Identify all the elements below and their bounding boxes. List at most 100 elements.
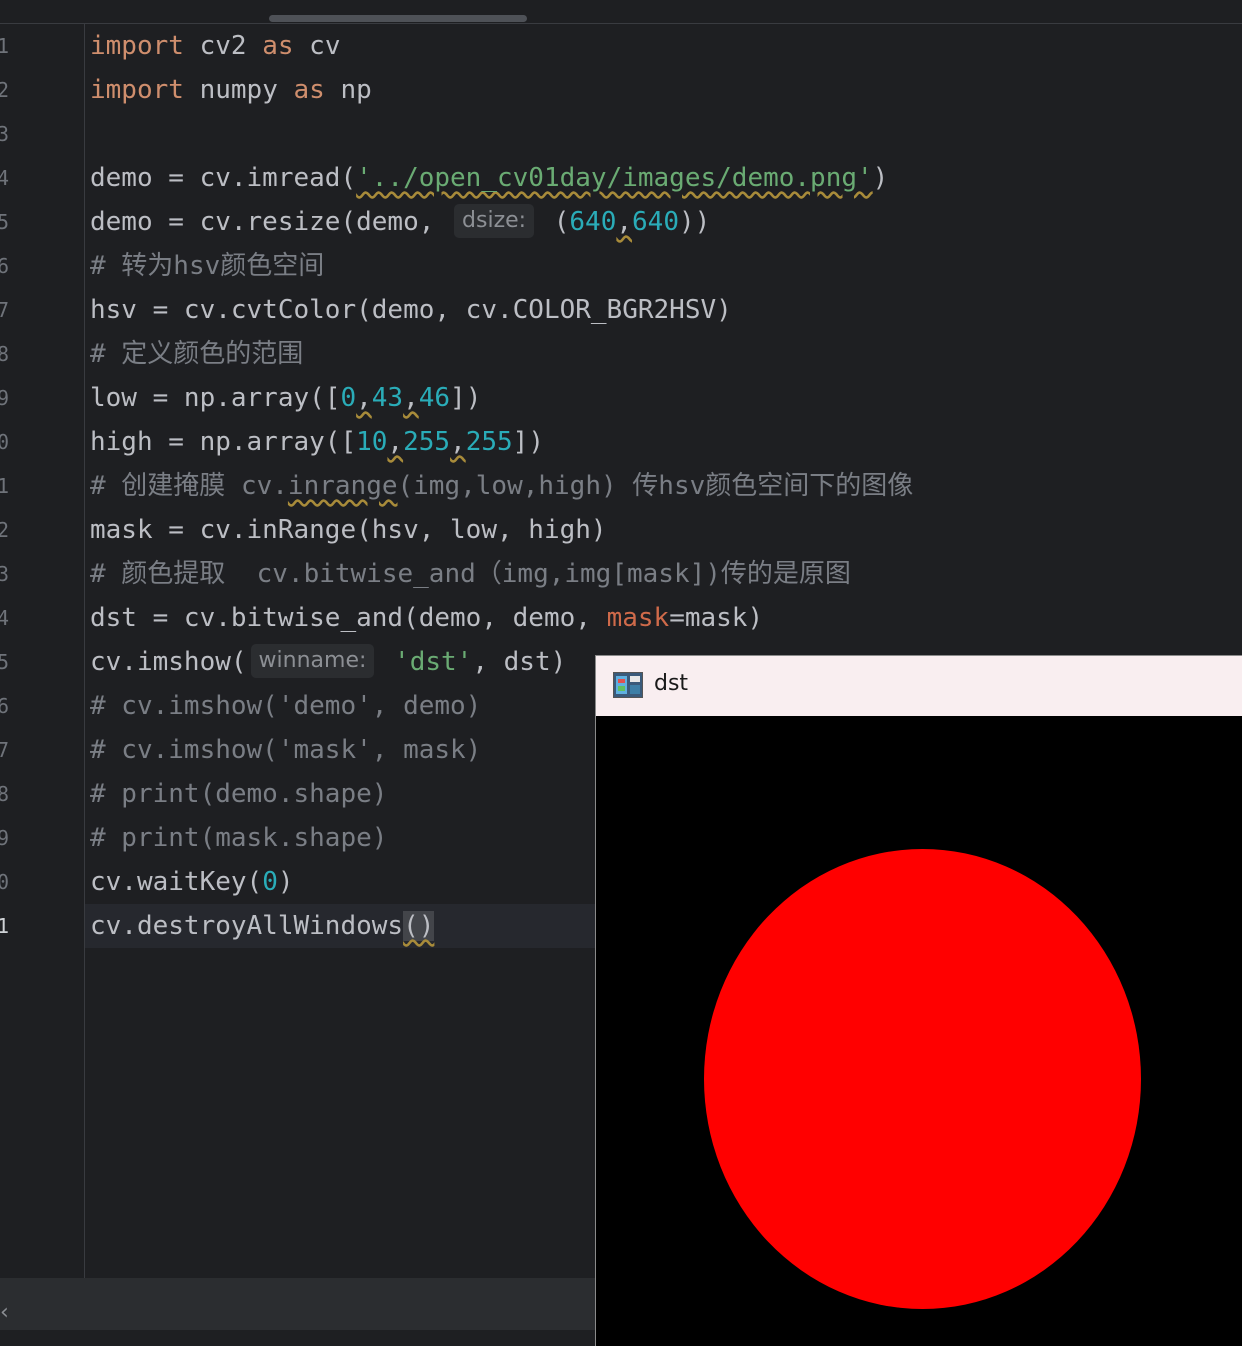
line-number: 3 — [0, 122, 10, 146]
code-line-14[interactable]: dst = cv.bitwise_and(demo, demo, mask=ma… — [90, 596, 763, 640]
code-text: ) — [277, 867, 294, 897]
number-literal: 255 — [403, 427, 451, 457]
window-titlebar[interactable]: dst — [596, 656, 1242, 716]
code-text: numpy — [183, 75, 294, 105]
code-line-17[interactable]: # cv.imshow('mask', mask) — [90, 728, 481, 772]
comment: # 颜色提取 cv.bitwise_and（img,img[mask])传的是原… — [90, 559, 851, 589]
line-number: 6 — [0, 254, 10, 278]
code-line-7[interactable]: hsv = cv.cvtColor(demo, cv.COLOR_BGR2HSV… — [90, 288, 732, 332]
code-text: mask = cv.inRange(hsv, low, high) — [90, 515, 607, 545]
number-literal: 255 — [465, 427, 513, 457]
number-literal: 0 — [262, 867, 278, 897]
code-line-21[interactable]: cv.destroyAllWindows() — [90, 904, 435, 948]
code-text: demo = cv.resize(demo, — [90, 207, 451, 237]
comment: (img,low,high) 传hsv颜色空间下的图像 — [397, 471, 914, 501]
code-line-12[interactable]: mask = cv.inRange(hsv, low, high) — [90, 508, 607, 552]
code-line-16[interactable]: # cv.imshow('demo', demo) — [90, 684, 481, 728]
line-number: 0 — [0, 430, 10, 454]
number-literal: 0 — [340, 383, 357, 413]
line-number: 4 — [0, 166, 10, 190]
code-text: , — [403, 383, 419, 413]
comment: # 转为hsv颜色空间 — [90, 251, 325, 281]
opencv-output-window[interactable]: dst — [595, 655, 1242, 1346]
code-line-2[interactable]: import numpy as np — [90, 68, 372, 112]
code-text: )) — [678, 207, 711, 237]
chevron-left-icon[interactable]: ‹ — [0, 1300, 9, 1325]
code-text: high = np.array([ — [90, 427, 357, 457]
code-line-20[interactable]: cv.waitKey(0) — [90, 860, 294, 904]
line-number-current: 1 — [0, 914, 10, 938]
app-window-icon — [613, 672, 643, 698]
comment: # cv.imshow('demo', demo) — [90, 691, 482, 721]
line-number: 5 — [0, 650, 10, 674]
code-line-9[interactable]: low = np.array([0,43,46]) — [90, 376, 481, 420]
line-number: 4 — [0, 606, 10, 630]
code-text: hsv = cv.cvtColor(demo, cv.COLOR_BGR2HSV… — [90, 295, 732, 325]
code-line-8[interactable]: # 定义颜色的范围 — [90, 332, 303, 376]
line-number: 1 — [0, 34, 10, 58]
matched-parentheses: () — [403, 911, 435, 941]
line-number: 0 — [0, 870, 10, 894]
line-number: 2 — [0, 78, 10, 102]
code-text: , — [356, 383, 372, 413]
code-text: cv — [293, 31, 341, 61]
code-text: low = np.array([ — [90, 383, 341, 413]
code-line-13[interactable]: # 颜色提取 cv.bitwise_and（img,img[mask])传的是原… — [90, 552, 851, 596]
keyword: as — [293, 75, 325, 105]
code-line-5[interactable]: demo = cv.resize(demo, dsize: (640,640)) — [90, 200, 710, 244]
line-number: 7 — [0, 298, 10, 322]
code-line-15[interactable]: cv.imshow(winname: 'dst', dst) — [90, 640, 566, 684]
line-number: 9 — [0, 826, 10, 850]
line-number: 2 — [0, 518, 10, 542]
comment: inrange — [287, 471, 398, 501]
string-literal: 'dst' — [378, 647, 473, 677]
code-text: ( — [538, 207, 570, 237]
code-text: ]) — [450, 383, 482, 413]
parameter-hint: dsize: — [454, 204, 535, 238]
code-line-6[interactable]: # 转为hsv颜色空间 — [90, 244, 324, 288]
code-line-4[interactable]: demo = cv.imread('../open_cv01day/images… — [90, 156, 888, 200]
line-number-gutter[interactable]: 1 2 3 4 5 6 7 8 9 0 1 2 3 4 5 6 7 8 9 0 … — [0, 24, 85, 1278]
code-text: demo = cv.imread( — [90, 163, 357, 193]
code-line-19[interactable]: # print(mask.shape) — [90, 816, 387, 860]
code-text: cv2 — [183, 31, 263, 61]
keyword: as — [262, 31, 294, 61]
line-number: 8 — [0, 782, 10, 806]
line-number: 1 — [0, 474, 10, 498]
image-canvas — [596, 716, 1242, 1346]
code-text: ]) — [512, 427, 544, 457]
comment: # 定义颜色的范围 — [90, 339, 304, 369]
code-text: , — [450, 427, 466, 457]
code-line-18[interactable]: # print(demo.shape) — [90, 772, 387, 816]
code-text: , — [616, 207, 633, 237]
number-literal: 43 — [371, 383, 404, 413]
string-literal: '../open_cv01day/images/demo.png' — [356, 163, 873, 193]
line-number: 6 — [0, 694, 10, 718]
horizontal-scrollbar[interactable] — [269, 15, 527, 22]
red-circle — [704, 849, 1141, 1309]
editor-status-strip — [0, 1278, 595, 1330]
comment: # 创建掩膜 cv. — [90, 471, 288, 501]
line-number: 7 — [0, 738, 10, 762]
code-text: cv.waitKey( — [90, 867, 263, 897]
code-line-11[interactable]: # 创建掩膜 cv.inrange(img,low,high) 传hsv颜色空间… — [90, 464, 913, 508]
code-line-10[interactable]: high = np.array([10,255,255]) — [90, 420, 544, 464]
keyword: import — [90, 75, 184, 105]
comment: # cv.imshow('mask', mask) — [90, 735, 482, 765]
code-text: , — [387, 427, 404, 457]
code-text: np — [324, 75, 372, 105]
number-literal: 640 — [632, 207, 679, 237]
code-text: =mask) — [669, 603, 764, 633]
comment: # print(demo.shape) — [90, 779, 388, 809]
window-title: dst — [654, 671, 689, 696]
number-literal: 10 — [356, 427, 388, 457]
line-number: 9 — [0, 386, 10, 410]
number-literal: 640 — [569, 207, 617, 237]
parameter-hint: winname: — [250, 644, 375, 678]
code-text: ) — [872, 163, 889, 193]
code-line-1[interactable]: import cv2 as cv — [90, 24, 340, 68]
number-literal: 46 — [418, 383, 451, 413]
editor-tab-strip — [0, 0, 1242, 24]
line-number: 5 — [0, 210, 10, 234]
keyword-argument: mask — [606, 603, 670, 633]
